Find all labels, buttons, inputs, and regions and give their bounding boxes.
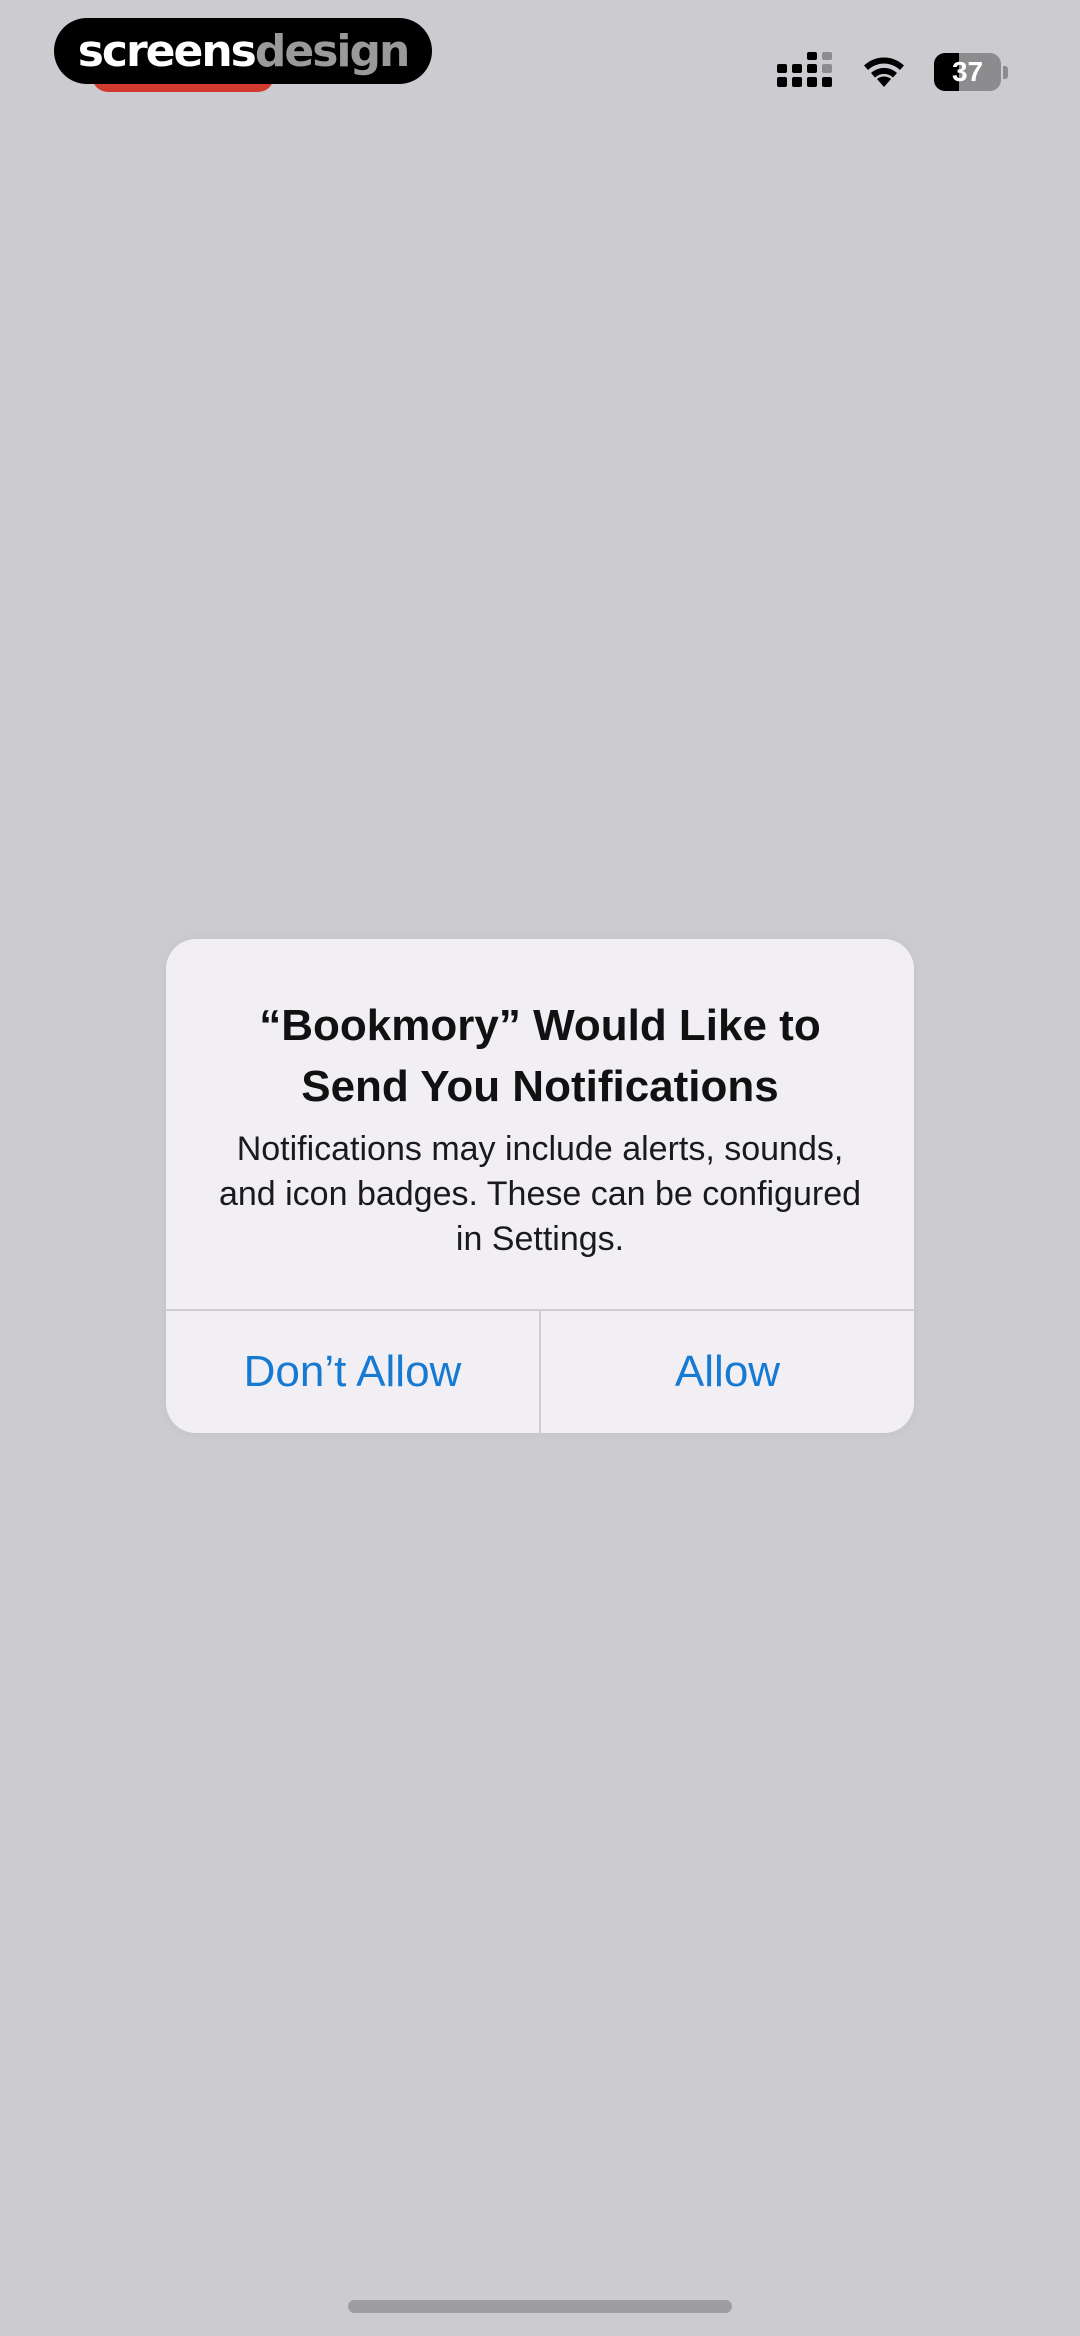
home-indicator[interactable]	[348, 2300, 732, 2313]
battery-nub	[1003, 65, 1008, 79]
status-bar: 37	[776, 48, 1008, 96]
battery-level-text: 37	[951, 56, 984, 87]
alert-message: Notifications may include alerts, sounds…	[218, 1130, 862, 1258]
screensdesign-watermark: screens design	[54, 18, 432, 84]
notification-permission-alert: “Bookmory” Would Like to Send You Notifi…	[166, 939, 914, 1433]
battery-body: 37	[934, 53, 1002, 91]
alert-title: “Bookmory” Would Like to Send You Notifi…	[259, 1001, 821, 1111]
alert-content: “Bookmory” Would Like to Send You Notifi…	[166, 939, 914, 1310]
wifi-icon	[864, 57, 904, 87]
watermark-part-1: screens	[77, 25, 257, 77]
dont-allow-button[interactable]: Don’t Allow	[166, 1311, 539, 1433]
battery-icon: 37	[934, 53, 1008, 91]
allow-button[interactable]: Allow	[539, 1311, 914, 1433]
alert-actions: Don’t Allow Allow	[166, 1309, 914, 1433]
watermark-part-2: design	[254, 25, 410, 77]
cellular-signal-icon	[777, 52, 832, 87]
